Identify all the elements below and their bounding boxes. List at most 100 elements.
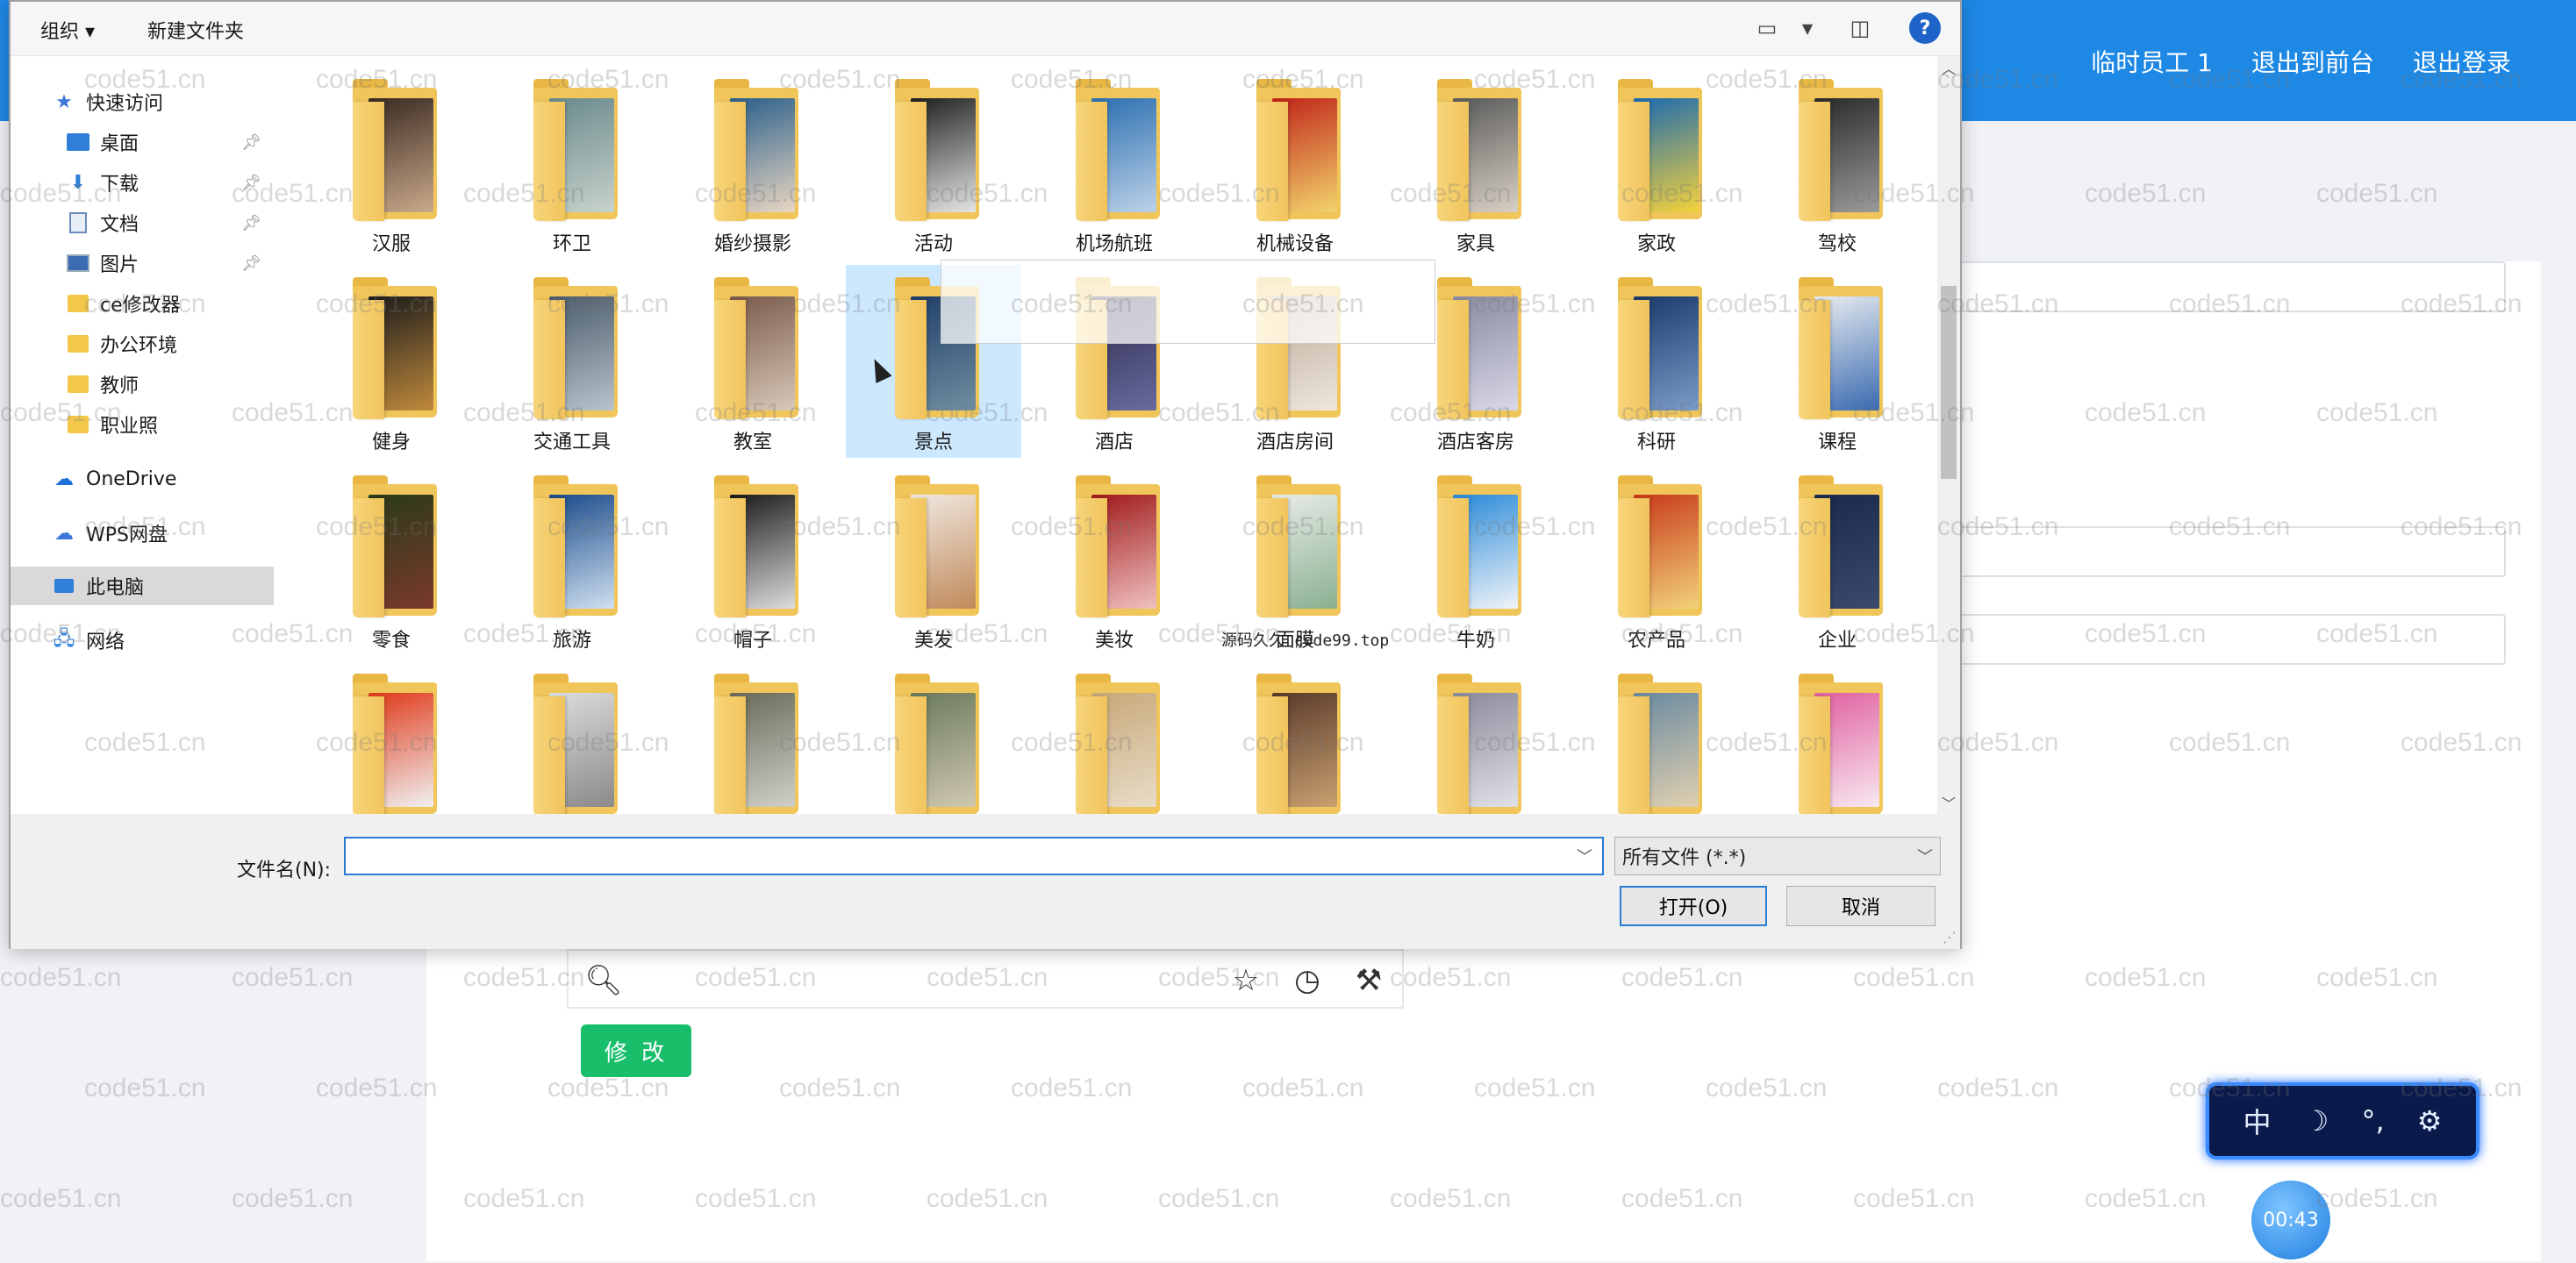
- form-input-3[interactable]: [1930, 614, 2506, 665]
- folder-label: 课程: [1817, 432, 1857, 453]
- folder-item[interactable]: 环卫: [484, 67, 660, 260]
- folder-item[interactable]: 企业: [1750, 463, 1925, 656]
- cancel-button[interactable]: 取消: [1786, 886, 1936, 926]
- ime-toolbar: 中 ☽ °, ⚙: [2206, 1082, 2479, 1160]
- folder-item[interactable]: 教室: [665, 265, 841, 458]
- organize-menu[interactable]: 组织 ▾: [40, 16, 95, 44]
- nav-office-env[interactable]: 办公环境: [11, 325, 274, 363]
- view-mode-icon[interactable]: ▭: [1751, 12, 1783, 44]
- new-folder-button[interactable]: 新建文件夹: [147, 16, 244, 44]
- moon-icon[interactable]: ☽: [2304, 1104, 2329, 1138]
- nav-onedrive[interactable]: ☁ OneDrive: [11, 460, 274, 498]
- folder-icon: [1799, 498, 1830, 617]
- punctuation-icon[interactable]: °,: [2361, 1104, 2384, 1138]
- gear-icon[interactable]: ⚙: [2417, 1104, 2443, 1138]
- exit-to-frontend-link[interactable]: 退出到前台: [2251, 44, 2374, 79]
- folder-item[interactable]: 驾校: [1750, 67, 1925, 260]
- folder-label: 景点: [913, 432, 953, 453]
- nav-wps-drive[interactable]: ☁ WPS网盘: [11, 514, 274, 553]
- folder-item[interactable]: 婚纱摄影: [665, 67, 841, 260]
- folder-icon: [65, 373, 91, 396]
- pin-icon[interactable]: 📌︎: [241, 214, 261, 232]
- folder-item[interactable]: 零食: [304, 463, 479, 656]
- folder-item[interactable]: [1388, 661, 1563, 814]
- folder-item[interactable]: 旅游: [484, 463, 660, 656]
- folder-item[interactable]: [665, 661, 841, 814]
- folder-item[interactable]: [1750, 661, 1925, 814]
- nav-label: ce修改器: [100, 295, 181, 317]
- nav-career-photo[interactable]: 职业照: [11, 405, 274, 444]
- folder-item[interactable]: [484, 661, 660, 814]
- folder-label: 机场航班: [1075, 233, 1153, 255]
- help-button[interactable]: ?: [1909, 12, 1941, 44]
- folder-item[interactable]: 美妆: [1027, 463, 1202, 656]
- pin-icon[interactable]: 📌︎: [241, 254, 261, 273]
- folder-item[interactable]: 美发: [846, 463, 1021, 656]
- folder-item[interactable]: 牛奶: [1388, 463, 1563, 656]
- folder-item[interactable]: 活动: [846, 67, 1021, 260]
- nav-network[interactable]: 🖧︎ 网络: [11, 621, 274, 660]
- pin-icon[interactable]: 📌︎: [241, 133, 261, 152]
- filetype-select[interactable]: 所有文件 (*.*) ﹀: [1614, 837, 1941, 875]
- history-icon[interactable]: ◷: [1290, 963, 1325, 998]
- folder-item[interactable]: 农产品: [1569, 463, 1744, 656]
- folder-icon: [1256, 696, 1288, 814]
- folder-icon: [895, 498, 927, 617]
- nav-pictures[interactable]: 图片 📌︎: [11, 244, 274, 282]
- folder-label: 酒店房间: [1256, 432, 1334, 453]
- search-replace-icon[interactable]: 🔍︎: [584, 963, 622, 998]
- folder-item[interactable]: [1569, 661, 1744, 814]
- folder-label: 农产品: [1627, 630, 1685, 652]
- user-name-link[interactable]: 临时员工 1: [2091, 44, 2213, 79]
- nav-documents[interactable]: 文档 📌︎: [11, 203, 274, 242]
- folder-item[interactable]: 汉服: [304, 67, 479, 260]
- nav-downloads[interactable]: ⬇ 下载 📌︎: [11, 163, 274, 202]
- modify-button[interactable]: 修 改: [581, 1024, 691, 1077]
- folder-item[interactable]: [1027, 661, 1202, 814]
- folder-label: 机械设备: [1256, 233, 1334, 255]
- folder-icon: [533, 300, 565, 419]
- nav-desktop[interactable]: 桌面 📌︎: [11, 123, 274, 161]
- folder-item[interactable]: 机械设备: [1207, 67, 1383, 260]
- filename-input[interactable]: [344, 837, 1604, 875]
- folder-icon: [1799, 300, 1830, 419]
- open-button[interactable]: 打开(O): [1620, 886, 1767, 926]
- folder-icon: [1618, 696, 1649, 814]
- nav-this-pc[interactable]: 此电脑: [11, 567, 274, 605]
- folder-label: 环卫: [552, 233, 591, 255]
- pin-icon[interactable]: 📌︎: [241, 174, 261, 192]
- folder-icon: [1799, 102, 1830, 221]
- folder-item[interactable]: 健身: [304, 265, 479, 458]
- scroll-up-icon[interactable]: ︿: [1937, 56, 1960, 79]
- scroll-thumb[interactable]: [1941, 286, 1957, 479]
- star-icon[interactable]: ☆: [1228, 963, 1263, 998]
- chevron-down-icon[interactable]: ▼: [1792, 12, 1823, 44]
- editor-toolbar: 🔍︎ ☆ ◷ ⚒: [567, 949, 1404, 1009]
- tools-icon[interactable]: ⚒: [1351, 963, 1386, 998]
- resize-grip-icon[interactable]: ⋰: [1943, 929, 1957, 945]
- nav-teacher[interactable]: 教师: [11, 365, 274, 403]
- nav-quick-access[interactable]: ★ 快速访问: [11, 82, 274, 121]
- scroll-down-icon[interactable]: ﹀: [1937, 791, 1960, 814]
- folder-item[interactable]: 家政: [1569, 67, 1744, 260]
- folder-item[interactable]: 家具: [1388, 67, 1563, 260]
- folder-item[interactable]: 课程: [1750, 265, 1925, 458]
- folder-item[interactable]: 交通工具: [484, 265, 660, 458]
- recording-timer: 00:43: [2251, 1181, 2330, 1259]
- preview-pane-icon[interactable]: ◫: [1844, 12, 1876, 44]
- chevron-down-icon[interactable]: ﹀: [1569, 840, 1600, 872]
- nav-ce-modifier[interactable]: ce修改器: [11, 284, 274, 323]
- folder-item[interactable]: 机场航班: [1027, 67, 1202, 260]
- folder-item[interactable]: 科研: [1569, 265, 1744, 458]
- logout-link[interactable]: 退出登录: [2413, 44, 2511, 79]
- folder-item[interactable]: [304, 661, 479, 814]
- ime-chinese-mode[interactable]: 中: [2243, 1101, 2272, 1141]
- folder-item[interactable]: 帽子: [665, 463, 841, 656]
- form-input-1[interactable]: [1930, 261, 2506, 312]
- folder-item[interactable]: [846, 661, 1021, 814]
- folder-item[interactable]: [1207, 661, 1383, 814]
- folder-item[interactable]: 面膜: [1207, 463, 1383, 656]
- vertical-scrollbar[interactable]: ︿ ﹀: [1937, 56, 1960, 814]
- form-input-2[interactable]: [1930, 526, 2506, 577]
- folder-icon: [714, 300, 746, 419]
